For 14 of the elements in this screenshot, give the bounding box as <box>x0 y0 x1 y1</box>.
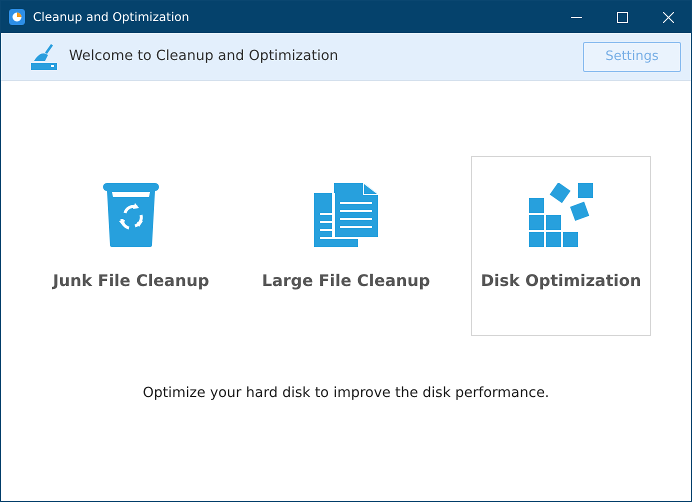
recycle-bin-icon <box>103 183 159 247</box>
welcome-text: Welcome to Cleanup and Optimization <box>69 47 338 66</box>
documents-icon <box>314 183 378 247</box>
broom-icon <box>31 44 57 70</box>
tool-tile[interactable]: Disk Optimization <box>471 156 651 336</box>
tool-label: Disk Optimization <box>480 270 642 292</box>
app-icon <box>9 9 25 25</box>
window-title: Cleanup and Optimization <box>33 9 190 26</box>
tool-label: Large File Cleanup <box>262 270 430 292</box>
description-text: Optimize your hard disk to improve the disk performance. <box>142 384 550 403</box>
blocks-icon <box>529 183 593 247</box>
close-icon <box>662 12 674 22</box>
tool-label: Junk File Cleanup <box>52 270 210 292</box>
maximize-icon <box>616 12 628 22</box>
